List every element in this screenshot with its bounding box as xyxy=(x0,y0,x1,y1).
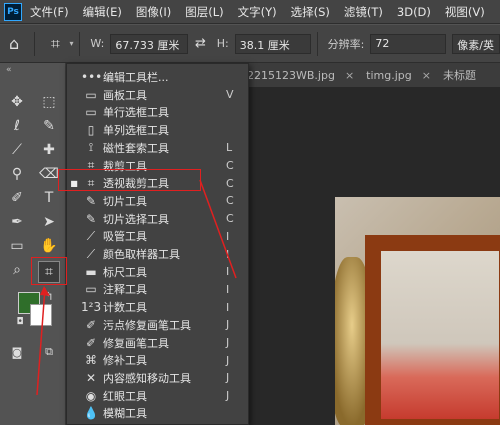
arrow-head xyxy=(40,286,50,296)
arrow-line-left xyxy=(36,287,46,396)
arrow-line-right xyxy=(199,179,237,279)
annotation-arrows xyxy=(36,179,237,396)
